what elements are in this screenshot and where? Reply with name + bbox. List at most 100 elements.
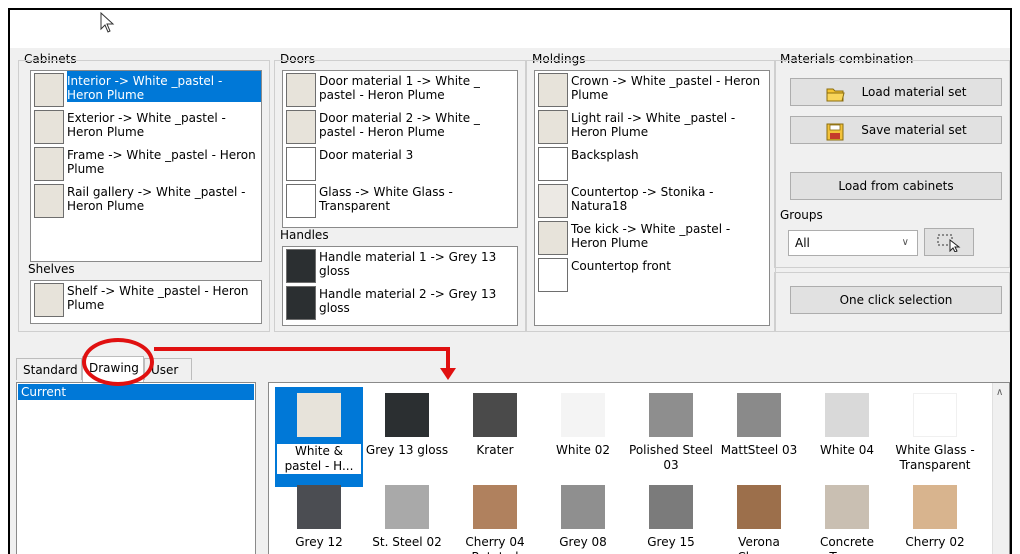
doors-list: Door material 1 -> White _ pastel - Hero… [282,70,518,228]
material-thumbnail [297,485,341,529]
doors-item[interactable]: Glass -> White Glass - Transparent [283,182,517,219]
swatch-cell[interactable]: White Glass - Transparent [891,387,979,487]
moldings-item[interactable]: Crown -> White _pastel - Heron Plume [535,71,769,108]
moldings-item-label: Countertop front [571,259,671,273]
swatch-cell[interactable]: Cherry 02 [891,479,979,554]
material-swatch [538,258,568,292]
annotation-arrowhead [440,368,456,380]
load-from-cabinets-button[interactable]: Load from cabinets [790,172,1002,200]
material-thumbnail [385,485,429,529]
material-thumbnail [737,393,781,437]
save-material-set-button[interactable]: Save material set [790,116,1002,144]
handles-item-label: Handle material 1 -> Grey 13 gloss [319,250,497,278]
handles-item[interactable]: Handle material 2 -> Grey 13 gloss [283,284,517,321]
cabinets-item[interactable]: Frame -> White _pastel - Heron Plume [31,145,261,182]
swatch-cell[interactable]: Verona Cherr... [715,479,803,554]
cabinets-item-label: Interior -> White _pastel - Heron Plume [67,71,261,102]
moldings-item-label: Light rail -> White _pastel - Heron Plum… [571,111,736,139]
handles-item-label: Handle material 2 -> Grey 13 gloss [319,287,497,315]
material-swatch [538,221,568,255]
load-material-set-button[interactable]: Load material set [790,78,1002,106]
doors-item-label: Door material 1 -> White _ pastel - Hero… [319,74,480,102]
swatch-name: Krater [476,443,514,457]
swatch-name: White Glass - Transparent [895,443,975,472]
dialog-header-area [10,10,1010,48]
swatch-cell[interactable]: Grey 08 [539,479,627,554]
swatch-name: White 04 [820,443,874,457]
swatch-cell[interactable]: White & pastel - H... [275,387,363,487]
material-swatch [34,110,64,144]
swatch-name: Concrete Taupe [819,535,875,554]
chevron-down-icon: ∨ [901,237,909,248]
cabinets-item[interactable]: Interior -> White _pastel - Heron Plume [31,71,261,108]
material-thumbnail [649,393,693,437]
doors-item[interactable]: Door material 2 -> White _ pastel - Hero… [283,108,517,145]
material-thumbnail [913,485,957,529]
list-item-current[interactable]: Current [18,384,254,400]
doors-item[interactable]: Door material 1 -> White _ pastel - Hero… [283,71,517,108]
material-thumbnail [297,393,341,437]
groups-select[interactable]: All ∨ [788,230,918,256]
handles-item[interactable]: Handle material 1 -> Grey 13 gloss [283,247,517,284]
swatch-cell[interactable]: Polished Steel 03 [627,387,715,487]
category-list: Current [16,382,256,554]
save-material-set-label: Save material set [861,123,967,137]
select-area-cursor-icon [937,234,961,252]
folder-icon [826,88,845,102]
vertical-scrollbar[interactable]: ∧ [992,383,1009,554]
swatch-name: Cherry 04 Rotated [465,535,525,554]
doors-item-label: Glass -> White Glass - Transparent [319,185,453,213]
moldings-item[interactable]: Countertop -> Stonika - Natura18 [535,182,769,219]
swatch-name: Grey 13 gloss [365,443,449,457]
material-thumbnail [473,485,517,529]
material-swatch [286,73,316,107]
mouse-pointer-icon [100,12,115,33]
material-thumbnail [561,485,605,529]
moldings-item-label: Countertop -> Stonika - Natura18 [571,185,714,213]
material-thumbnail [473,393,517,437]
swatch-cell[interactable]: White 04 [803,387,891,487]
cabinets-item[interactable]: Exterior -> White _pastel - Heron Plume [31,108,261,145]
material-thumbnail [561,393,605,437]
swatch-name: Grey 08 [559,535,607,549]
swatch-cell[interactable]: Grey 12 [275,479,363,554]
swatch-cell[interactable]: St. Steel 02 [363,479,451,554]
swatch-cell[interactable]: Grey 15 [627,479,715,554]
moldings-item[interactable]: Countertop front [535,256,769,293]
one-click-selection-button[interactable]: One click selection [790,286,1002,314]
material-swatch [286,286,316,320]
tab-standard[interactable]: Standard [16,358,82,380]
material-swatch [538,147,568,181]
material-swatch [286,249,316,283]
doors-item-label: Door material 2 -> White _ pastel - Hero… [319,111,480,139]
annotation-circle [82,338,154,386]
swatch-name: Cherry 02 [905,535,965,549]
handles-list: Handle material 1 -> Grey 13 gloss Handle… [282,246,518,326]
material-swatch [538,184,568,218]
material-swatch [286,184,316,218]
swatch-cell[interactable]: White 02 [539,387,627,487]
pick-material-button[interactable] [924,228,974,256]
material-thumbnail [737,485,781,529]
swatch-cell[interactable]: Krater [451,387,539,487]
material-thumbnail [825,393,869,437]
swatch-cell[interactable]: MattSteel 03 [715,387,803,487]
swatch-name: Grey 12 [295,535,343,549]
moldings-item[interactable]: Backsplash [535,145,769,182]
material-swatch [538,110,568,144]
swatch-name: MattSteel 03 [720,443,798,457]
swatch-name: Verona Cherr... [737,535,780,554]
swatch-cell[interactable]: Concrete Taupe [803,479,891,554]
shelves-item[interactable]: Shelf -> White _pastel - Heron Plume [31,281,261,321]
swatch-name: White 02 [556,443,610,457]
cabinets-item[interactable]: Rail gallery -> White _pastel - Heron Pl… [31,182,261,219]
scroll-up-icon[interactable]: ∧ [996,387,1003,398]
doors-item[interactable]: Door material 3 [283,145,517,182]
swatch-cell[interactable]: Cherry 04 Rotated [451,479,539,554]
material-swatch [34,147,64,181]
moldings-item[interactable]: Light rail -> White _pastel - Heron Plum… [535,108,769,145]
moldings-item[interactable]: Toe kick -> White _pastel - Heron Plume [535,219,769,256]
material-thumbnail [913,393,957,437]
moldings-item-label: Backsplash [571,148,639,162]
swatch-cell[interactable]: Grey 13 gloss [363,387,451,487]
